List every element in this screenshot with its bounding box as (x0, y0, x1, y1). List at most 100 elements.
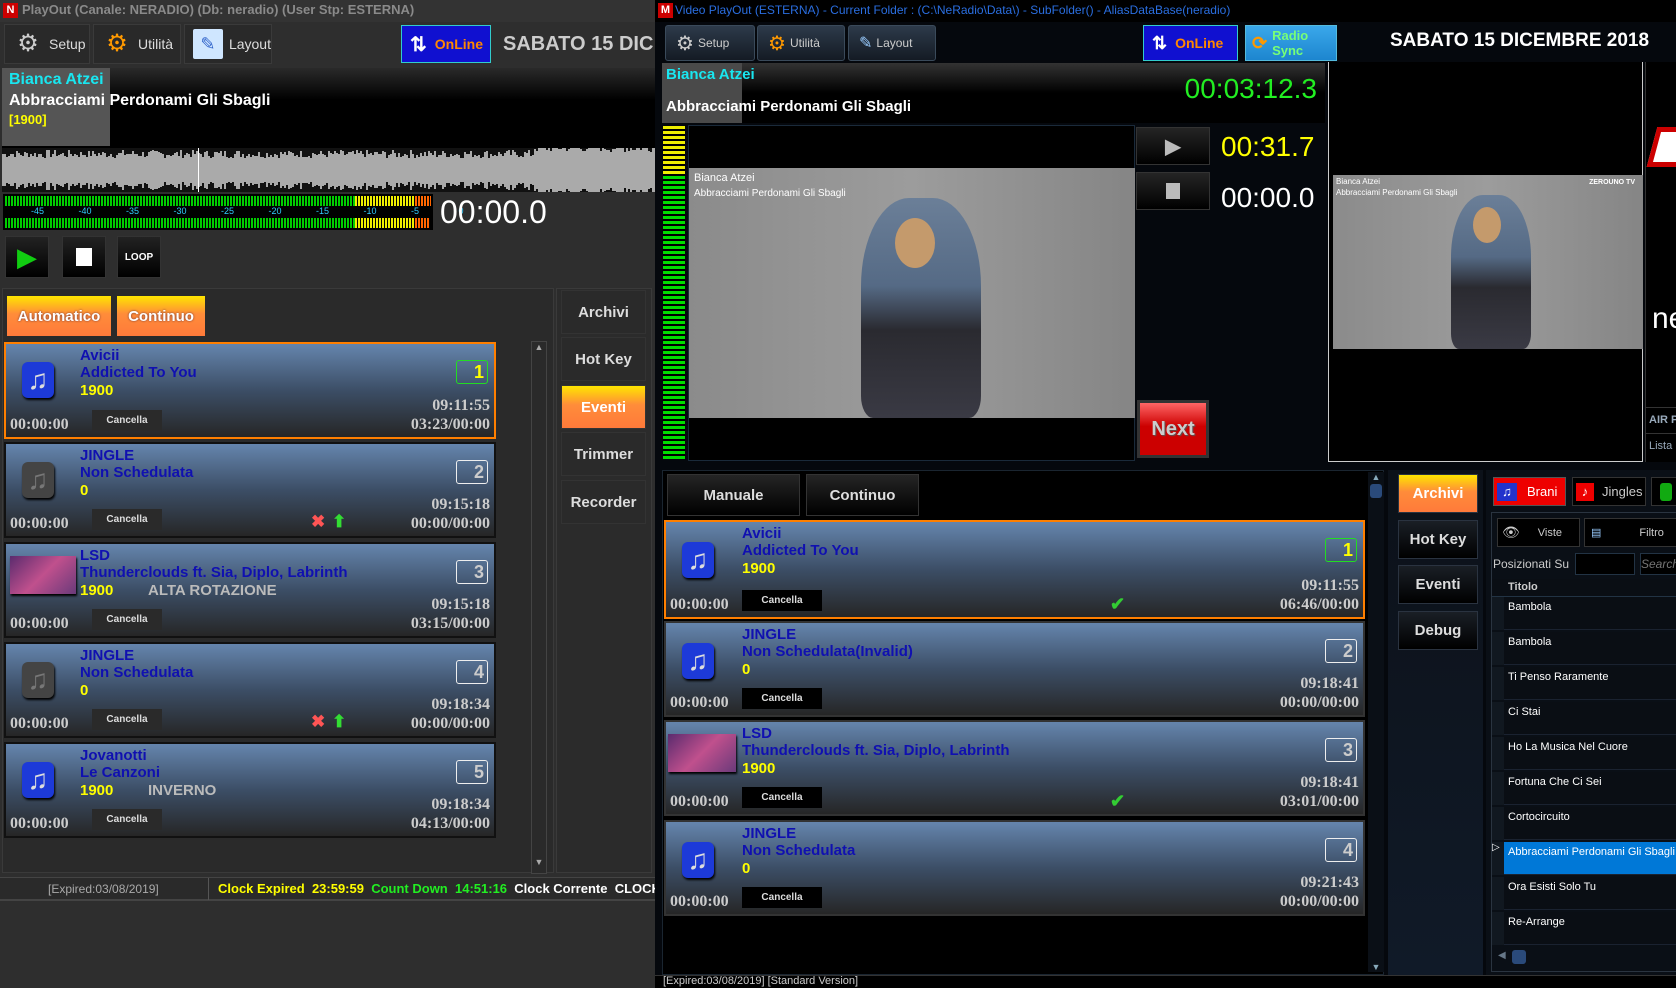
utilita-button[interactable]: ⚙ Utilità (93, 24, 181, 64)
playlist-item[interactable]: ♫ JINGLE Non Schedulata 0 00:00:00 Cancella 2 0… (4, 442, 496, 538)
item-artist: Avicii (742, 525, 782, 542)
library-row[interactable]: Bambola (1492, 597, 1676, 630)
nav-debug[interactable]: Debug (1398, 610, 1478, 650)
item-duration: 03:23/00:00 (410, 416, 490, 433)
posizionati-input[interactable] (1575, 553, 1635, 575)
tab-microphone[interactable] (1651, 477, 1676, 506)
nav-archivi[interactable]: Archivi (1398, 474, 1478, 513)
radio-sync-button[interactable]: ⟳ Radio Sync (1245, 25, 1337, 61)
remove-icon[interactable]: ✖ (311, 512, 325, 532)
layout-button[interactable]: ✎ Layout (848, 25, 936, 61)
search-input[interactable] (1640, 553, 1676, 575)
next-button[interactable]: Next (1137, 400, 1209, 458)
cancel-button[interactable]: Cancella (92, 410, 162, 431)
nav-hot-key[interactable]: Hot Key (561, 337, 646, 381)
playlist-item[interactable]: ♫ Avicii Addicted To You 1900 00:00:00 Cancel… (664, 520, 1365, 619)
playlist-item[interactable]: LSD Thunderclouds ft. Sia, Diplo, Labrint… (4, 542, 496, 638)
utilita-button[interactable]: ⚙ Utilità (757, 25, 845, 61)
cancel-button[interactable]: Cancella (92, 509, 162, 530)
scroll-down-icon[interactable]: ▼ (532, 857, 546, 873)
playlist-item[interactable]: ♫ Avicii Addicted To You 1900 00:00:00 Cancel… (4, 342, 496, 439)
column-header-titolo[interactable]: Titolo (1492, 579, 1676, 597)
waveform[interactable] (2, 148, 655, 192)
move-up-icon[interactable]: ⬆ (332, 712, 346, 732)
loop-button[interactable]: LOOP (117, 236, 161, 278)
video-overlay-artist: Bianca Atzei (694, 172, 755, 184)
lista-label[interactable]: Lista (1646, 433, 1676, 458)
viste-button[interactable]: 👁 Viste (1497, 518, 1580, 547)
playlist-item[interactable]: LSD Thunderclouds ft. Sia, Diplo, Labrint… (664, 720, 1365, 816)
library-row[interactable]: Re-Arrange (1492, 912, 1676, 945)
playlist-scrollbar[interactable]: ▲ ▼ (1368, 472, 1384, 972)
nav-trimmer[interactable]: Trimmer (561, 432, 646, 476)
tab-brani[interactable]: ♫ Brani (1493, 477, 1566, 506)
layout-button[interactable]: ✎ Layout (184, 24, 272, 64)
library-row-title: Abbracciami Perdonami Gli Sbagli (1508, 846, 1675, 858)
stop-button[interactable] (1136, 172, 1210, 210)
nav-eventi[interactable]: Eventi (561, 385, 646, 429)
nav-hot-key[interactable]: Hot Key (1398, 519, 1478, 559)
scroll-left-icon[interactable]: ◀ (1498, 950, 1506, 961)
library-row[interactable]: Fortuna Che Ci Sei (1492, 772, 1676, 805)
library-row[interactable]: Bambola (1492, 632, 1676, 665)
nav-recorder[interactable]: Recorder (561, 480, 646, 524)
item-duration: 00:00/00:00 (1279, 893, 1359, 910)
nav-archivi[interactable]: Archivi (561, 290, 646, 334)
filtro-button[interactable]: ▤ Filtro (1584, 518, 1676, 547)
cancel-button[interactable]: Cancella (92, 609, 162, 630)
vu-meter (663, 126, 685, 459)
cancel-button[interactable]: Cancella (742, 887, 822, 908)
gear-icon: ⚙ (676, 32, 694, 55)
cancel-button[interactable]: Cancella (742, 787, 822, 808)
item-number: 3 (1325, 738, 1357, 762)
playlist-item[interactable]: ♫ JINGLE Non Schedulata 0 00:00:00 Cancella 4 0… (4, 642, 496, 738)
scroll-up-icon[interactable]: ▲ (1368, 472, 1384, 482)
now-playing-artist: Bianca Atzei (666, 66, 755, 83)
item-category: INVERNO (148, 782, 217, 799)
play-button[interactable]: ▶ (1136, 127, 1210, 165)
gears-icon: ⚙ (768, 32, 786, 55)
continuo-button[interactable]: Continuo (806, 474, 919, 516)
setup-button[interactable]: ⚙ Setup (665, 25, 755, 61)
clock-expired-value: 23:59:59 (311, 881, 364, 896)
cancel-button[interactable]: Cancella (742, 688, 822, 709)
library-row[interactable]: Ora Esisti Solo Tu (1492, 877, 1676, 910)
stop-button[interactable] (62, 236, 106, 278)
item-category: ALTA ROTAZIONE (148, 582, 277, 599)
license-status: [Expired:03/08/2019] [Standard Version] (663, 975, 859, 987)
library-row[interactable]: Ci Stai (1492, 702, 1676, 735)
tab-jingles[interactable]: ♪ Jingles (1572, 477, 1646, 506)
remove-icon[interactable]: ✖ (311, 712, 325, 732)
cancel-button[interactable]: Cancella (92, 809, 162, 830)
automatico-button[interactable]: Automatico (7, 296, 111, 336)
item-duration: 00:00/00:00 (1279, 694, 1359, 711)
online-button[interactable]: ⇅ OnLine (401, 25, 491, 63)
playlist-item[interactable]: ♫ Jovanotti Le Canzoni 1900 INVERNO 00:00:00 C… (4, 742, 496, 838)
library-row[interactable]: Ho La Musica Nel Cuore (1492, 737, 1676, 770)
horizontal-scrollbar[interactable]: ◀ (1492, 947, 1676, 969)
move-up-icon[interactable]: ⬆ (332, 512, 346, 532)
item-number: 5 (456, 760, 488, 784)
nav-eventi[interactable]: Eventi (1398, 565, 1478, 604)
library-row[interactable]: ▷ Abbracciami Perdonami Gli Sbagli (1492, 842, 1676, 875)
item-title: Non Schedulata (742, 842, 856, 859)
setup-button[interactable]: ⚙ Setup (4, 24, 90, 64)
playlist-item[interactable]: ♫ JINGLE Non Schedulata(Invalid) 0 00:00:00 C… (664, 621, 1365, 717)
scroll-up-icon[interactable]: ▲ (532, 342, 546, 358)
item-scheduled-time: 09:18:34 (431, 796, 490, 813)
scroll-thumb[interactable] (1370, 484, 1382, 498)
library-row[interactable]: Ti Penso Raramente (1492, 667, 1676, 700)
vu-scale-label: -45 (31, 206, 45, 216)
play-button[interactable]: ▶ (5, 236, 49, 278)
video-output: Bianca Atzei Abbracciami Perdonami Gli S… (688, 125, 1135, 461)
manuale-button[interactable]: Manuale (667, 474, 800, 516)
cancel-button[interactable]: Cancella (92, 709, 162, 730)
cancel-button[interactable]: Cancella (742, 590, 822, 611)
library-row[interactable]: Cortocircuito (1492, 807, 1676, 840)
playlist-item[interactable]: ♫ JINGLE Non Schedulata 0 00:00:00 Cancella 4 0… (664, 820, 1365, 916)
continuo-button[interactable]: Continuo (117, 296, 205, 336)
playlist-scrollbar[interactable]: ▲ ▼ (531, 341, 547, 874)
online-button[interactable]: ⇅ OnLine (1143, 25, 1238, 61)
scroll-down-icon[interactable]: ▼ (1368, 962, 1384, 972)
scroll-thumb[interactable] (1512, 950, 1526, 964)
